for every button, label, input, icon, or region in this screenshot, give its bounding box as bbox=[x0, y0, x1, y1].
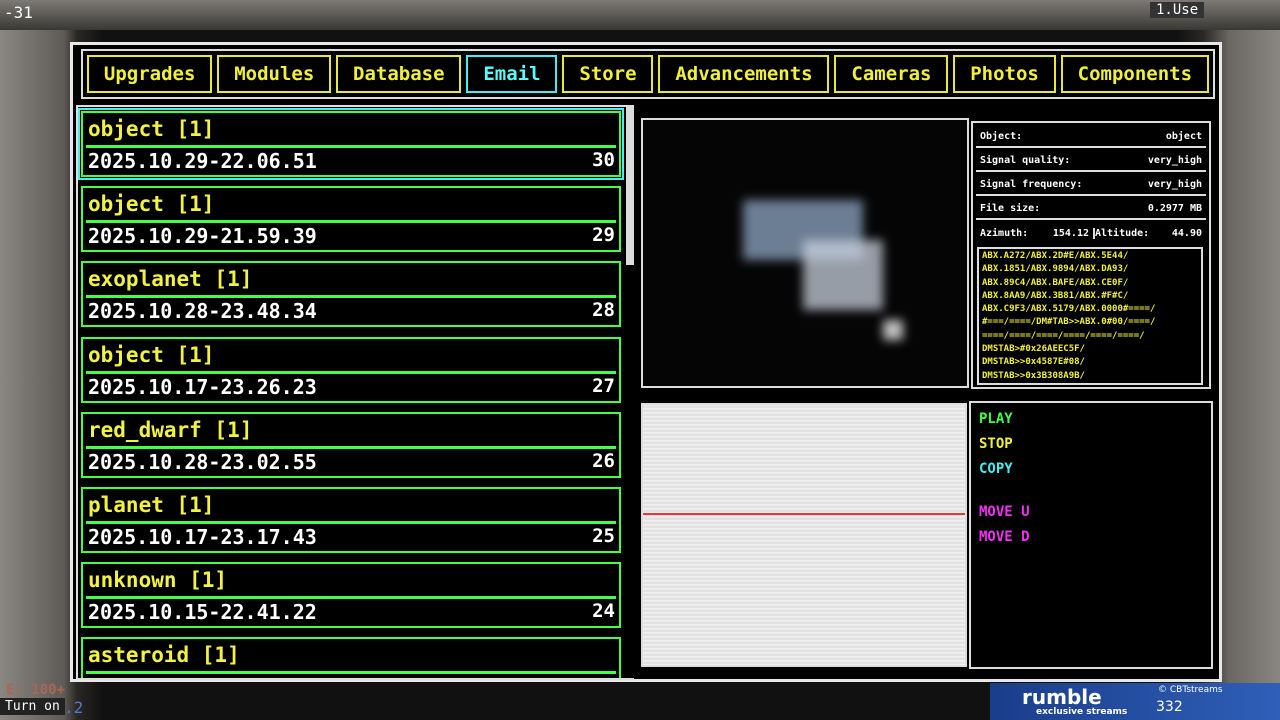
altitude-label: Altitude: bbox=[1094, 227, 1150, 239]
item-divider bbox=[86, 220, 616, 224]
tab-advancements[interactable]: Advancements bbox=[658, 55, 830, 93]
item-date: 2025.10.17-23.26.23 bbox=[88, 374, 317, 399]
tab-modules[interactable]: Modules bbox=[217, 55, 332, 93]
item-date: 2025.10.28-23.48.34 bbox=[88, 299, 317, 324]
list-scrollbar[interactable] bbox=[626, 105, 634, 265]
item-date: 2025.10.28-23.02.55 bbox=[88, 449, 317, 474]
item-number: 30 bbox=[592, 149, 615, 171]
item-date: 2025.10.17-23.17.43 bbox=[88, 525, 317, 549]
energy-readout: E: 100+ bbox=[6, 682, 66, 698]
hud-counter: -31 bbox=[4, 3, 33, 22]
azimuth-label: Azimuth: bbox=[980, 227, 1029, 239]
list-item[interactable]: object [1] 2025.10.17-23.26.23 27 bbox=[81, 336, 621, 403]
hotbar-slot: 1.Use bbox=[1150, 2, 1205, 18]
play-button[interactable]: PLAY bbox=[979, 411, 1013, 427]
item-number: 29 bbox=[592, 224, 615, 247]
rumble-logo: rumble bbox=[1022, 685, 1102, 709]
frequency-value: very_high bbox=[1147, 178, 1202, 190]
list-item[interactable]: object [1] 2025.10.29-21.59.39 29 bbox=[81, 186, 621, 253]
item-divider bbox=[86, 145, 616, 148]
azimuth-value: 154.12 bbox=[1052, 227, 1089, 239]
altitude-value: 44.90 bbox=[1171, 227, 1202, 239]
move-down-button[interactable]: MOVE D bbox=[979, 529, 1030, 545]
frequency-label: Signal frequency: bbox=[980, 178, 1083, 190]
tab-bar: Upgrades Modules Database Email Store Advance… bbox=[81, 49, 1215, 99]
item-title: object [1] bbox=[88, 342, 215, 367]
list-item[interactable]: planet [1] 2025.10.17-23.17.43 25 bbox=[81, 487, 621, 553]
item-date: 2025.10.29-22.06.51 bbox=[88, 149, 317, 173]
tab-components[interactable]: Components bbox=[1060, 55, 1209, 93]
object-value: object bbox=[1165, 130, 1202, 142]
list-item[interactable]: object [1] 2025.10.29-22.06.51 30 bbox=[78, 108, 624, 180]
email-list: object [1] 2025.10.29-22.06.51 30 object [1… bbox=[76, 105, 634, 680]
viewer-count: 332 bbox=[1156, 699, 1183, 715]
stream-overlay: rumble exclusive streams © CBTstreams 33… bbox=[990, 683, 1280, 720]
signal-code: ABX.A272/ABX.2D#E/ABX.5E44/ ABX.1851/ABX… bbox=[977, 247, 1203, 385]
signal-info-panel: Object: object Signal quality: very_high S… bbox=[971, 121, 1211, 389]
list-item[interactable]: red_dwarf [1] 2025.10.28-23.02.55 26 bbox=[81, 411, 621, 478]
hud-bar bbox=[0, 0, 1280, 30]
tab-database[interactable]: Database bbox=[336, 55, 462, 93]
list-item[interactable]: asteroid [1] bbox=[81, 637, 621, 678]
computer-screen: Upgrades Modules Database Email Store Advance… bbox=[70, 42, 1222, 682]
playback-controls: PLAY STOP COPY MOVE U MOVE D bbox=[969, 401, 1213, 669]
channel-name: © CBTstreams bbox=[1158, 685, 1223, 695]
item-divider bbox=[86, 295, 616, 299]
stop-button[interactable]: STOP bbox=[979, 436, 1013, 452]
item-title: object [1] bbox=[88, 117, 215, 141]
copy-button[interactable]: COPY bbox=[979, 461, 1013, 477]
object-label: Object: bbox=[980, 130, 1023, 142]
item-divider bbox=[86, 370, 616, 374]
item-title: object [1] bbox=[88, 192, 215, 217]
item-number: 25 bbox=[592, 525, 615, 547]
item-divider bbox=[86, 521, 616, 524]
turn-on-tooltip: Turn on bbox=[0, 698, 65, 715]
photo-preview bbox=[641, 118, 969, 388]
list-item[interactable]: exoplanet [1] 2025.10.28-23.48.34 28 bbox=[81, 261, 621, 328]
list-item[interactable]: unknown [1] 2025.10.15-22.41.22 24 bbox=[81, 562, 621, 629]
item-divider bbox=[86, 671, 616, 675]
item-title: exoplanet [1] bbox=[88, 267, 253, 292]
item-date: 2025.10.29-21.59.39 bbox=[88, 224, 317, 249]
tab-photos[interactable]: Photos bbox=[953, 55, 1056, 93]
item-number: 26 bbox=[592, 449, 615, 472]
item-title: asteroid [1] bbox=[88, 643, 240, 668]
item-number: 28 bbox=[592, 299, 615, 322]
tab-email[interactable]: Email bbox=[466, 55, 558, 93]
item-title: unknown [1] bbox=[88, 568, 228, 593]
tab-upgrades[interactable]: Upgrades bbox=[87, 55, 213, 93]
filesize-value: 0.2977 MB bbox=[1147, 202, 1202, 214]
rumble-tagline: exclusive streams bbox=[1036, 707, 1128, 717]
item-divider bbox=[86, 596, 616, 600]
quality-label: Signal quality: bbox=[980, 154, 1071, 166]
item-number: 24 bbox=[592, 600, 615, 623]
item-divider bbox=[86, 445, 616, 449]
tab-cameras[interactable]: Cameras bbox=[834, 55, 949, 93]
signal-waveform bbox=[641, 403, 967, 667]
filesize-label: File size: bbox=[980, 202, 1041, 214]
quality-value: very_high bbox=[1147, 154, 1202, 166]
item-title: planet [1] bbox=[88, 493, 215, 517]
item-number: 27 bbox=[592, 374, 615, 397]
hud-number: .2 bbox=[64, 698, 84, 717]
playhead-line bbox=[643, 513, 965, 515]
item-title: red_dwarf [1] bbox=[88, 417, 253, 442]
tab-store[interactable]: Store bbox=[562, 55, 654, 93]
move-up-button[interactable]: MOVE U bbox=[979, 504, 1030, 520]
item-date: 2025.10.15-22.41.22 bbox=[88, 600, 317, 625]
